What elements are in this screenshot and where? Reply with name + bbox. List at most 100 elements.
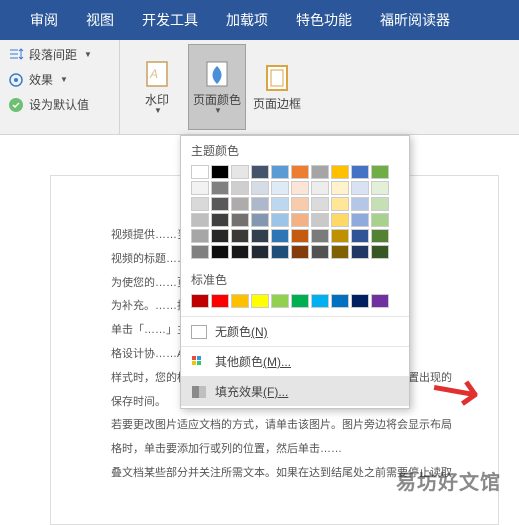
paragraph-spacing-icon (8, 47, 24, 63)
color-swatch[interactable] (331, 181, 349, 195)
color-swatch[interactable] (311, 294, 329, 308)
color-swatch[interactable] (371, 229, 389, 243)
color-swatch[interactable] (231, 165, 249, 179)
doc-line: 若要更改图片适应文档的方式，请单击该图片。图片旁边将会显示布局 (111, 416, 478, 436)
tab-features[interactable]: 特色功能 (296, 10, 352, 30)
tab-foxit[interactable]: 福昕阅读器 (380, 10, 450, 30)
color-swatch[interactable] (211, 294, 229, 308)
paragraph-spacing-button[interactable]: 段落间距 ▼ (8, 46, 111, 63)
color-swatch[interactable] (251, 165, 269, 179)
ribbon-tabs: 审阅 视图 开发工具 加载项 特色功能 福昕阅读器 (0, 0, 519, 40)
color-swatch[interactable] (251, 213, 269, 227)
other-colors-hotkey: (M)... (263, 355, 291, 369)
color-swatch[interactable] (231, 197, 249, 211)
color-swatch[interactable] (271, 165, 289, 179)
color-swatch[interactable] (331, 229, 349, 243)
watermark-button[interactable]: A 水印▼ (128, 44, 186, 130)
color-swatch[interactable] (291, 181, 309, 195)
color-swatch[interactable] (191, 165, 209, 179)
page-border-label: 页面边框 (253, 98, 301, 111)
color-swatch[interactable] (231, 245, 249, 259)
chevron-down-icon: ▼ (154, 107, 162, 116)
color-swatch[interactable] (211, 229, 229, 243)
page-color-button[interactable]: 页面颜色▼ (188, 44, 246, 130)
color-swatch[interactable] (371, 213, 389, 227)
color-swatch[interactable] (351, 245, 369, 259)
color-swatch[interactable] (271, 229, 289, 243)
color-swatch[interactable] (371, 165, 389, 179)
color-swatch[interactable] (371, 245, 389, 259)
other-colors-label: 其他颜色 (215, 355, 263, 369)
color-swatch[interactable] (331, 294, 349, 308)
color-swatch[interactable] (351, 213, 369, 227)
color-swatch[interactable] (311, 181, 329, 195)
color-swatch[interactable] (351, 294, 369, 308)
color-swatch[interactable] (371, 294, 389, 308)
color-swatch[interactable] (231, 294, 249, 308)
color-swatch[interactable] (271, 181, 289, 195)
color-swatch[interactable] (351, 165, 369, 179)
other-colors-item[interactable]: 其他颜色(M)... (181, 346, 409, 376)
color-swatch[interactable] (311, 213, 329, 227)
color-swatch[interactable] (251, 229, 269, 243)
paragraph-spacing-label: 段落间距 (29, 46, 77, 63)
color-swatch[interactable] (271, 294, 289, 308)
page-border-button[interactable]: 页面边框 (248, 44, 306, 130)
color-swatch[interactable] (231, 229, 249, 243)
color-swatch[interactable] (271, 213, 289, 227)
color-swatch[interactable] (211, 213, 229, 227)
color-swatch[interactable] (191, 294, 209, 308)
color-swatch[interactable] (191, 229, 209, 243)
fill-effects-icon (191, 384, 207, 400)
color-swatch[interactable] (231, 181, 249, 195)
color-swatch[interactable] (291, 229, 309, 243)
color-swatch[interactable] (191, 245, 209, 259)
color-swatch[interactable] (211, 245, 229, 259)
color-swatch[interactable] (251, 294, 269, 308)
color-swatch[interactable] (331, 213, 349, 227)
color-swatch[interactable] (291, 213, 309, 227)
effects-button[interactable]: 效果 ▼ (8, 71, 111, 88)
fill-effects-item[interactable]: 填充效果(F)... (181, 376, 409, 406)
no-color-hotkey: (N) (251, 325, 268, 339)
tab-review[interactable]: 审阅 (30, 10, 58, 30)
color-swatch[interactable] (191, 213, 209, 227)
set-default-button[interactable]: 设为默认值 (8, 96, 111, 113)
color-swatch[interactable] (191, 197, 209, 211)
color-swatch[interactable] (251, 245, 269, 259)
color-swatch[interactable] (311, 165, 329, 179)
color-swatch[interactable] (331, 165, 349, 179)
color-swatch[interactable] (211, 165, 229, 179)
theme-color-grid (181, 163, 409, 265)
color-swatch[interactable] (311, 197, 329, 211)
color-swatch[interactable] (291, 245, 309, 259)
tab-view[interactable]: 视图 (86, 10, 114, 30)
color-swatch[interactable] (191, 181, 209, 195)
color-swatch[interactable] (331, 197, 349, 211)
color-swatch[interactable] (371, 197, 389, 211)
color-swatch[interactable] (311, 245, 329, 259)
color-swatch[interactable] (291, 165, 309, 179)
color-swatch[interactable] (291, 294, 309, 308)
color-swatch[interactable] (351, 229, 369, 243)
color-swatch[interactable] (371, 181, 389, 195)
watermark-icon: A (141, 58, 173, 90)
tab-addins[interactable]: 加载项 (226, 10, 268, 30)
color-swatch[interactable] (311, 229, 329, 243)
color-swatch[interactable] (231, 213, 249, 227)
color-swatch[interactable] (251, 197, 269, 211)
color-swatch[interactable] (331, 245, 349, 259)
color-swatch[interactable] (271, 197, 289, 211)
color-swatch[interactable] (351, 197, 369, 211)
no-color-item[interactable]: 无颜色(N) (181, 316, 409, 346)
color-swatch[interactable] (211, 197, 229, 211)
color-swatch[interactable] (251, 181, 269, 195)
theme-colors-title: 主题颜色 (181, 136, 409, 163)
color-swatch[interactable] (351, 181, 369, 195)
color-swatch[interactable] (271, 245, 289, 259)
group-page-background: A 水印▼ 页面颜色▼ 页面边框 (120, 40, 314, 134)
color-swatch[interactable] (291, 197, 309, 211)
color-swatch[interactable] (211, 181, 229, 195)
tab-developer[interactable]: 开发工具 (142, 10, 198, 30)
palette-icon (191, 354, 207, 370)
